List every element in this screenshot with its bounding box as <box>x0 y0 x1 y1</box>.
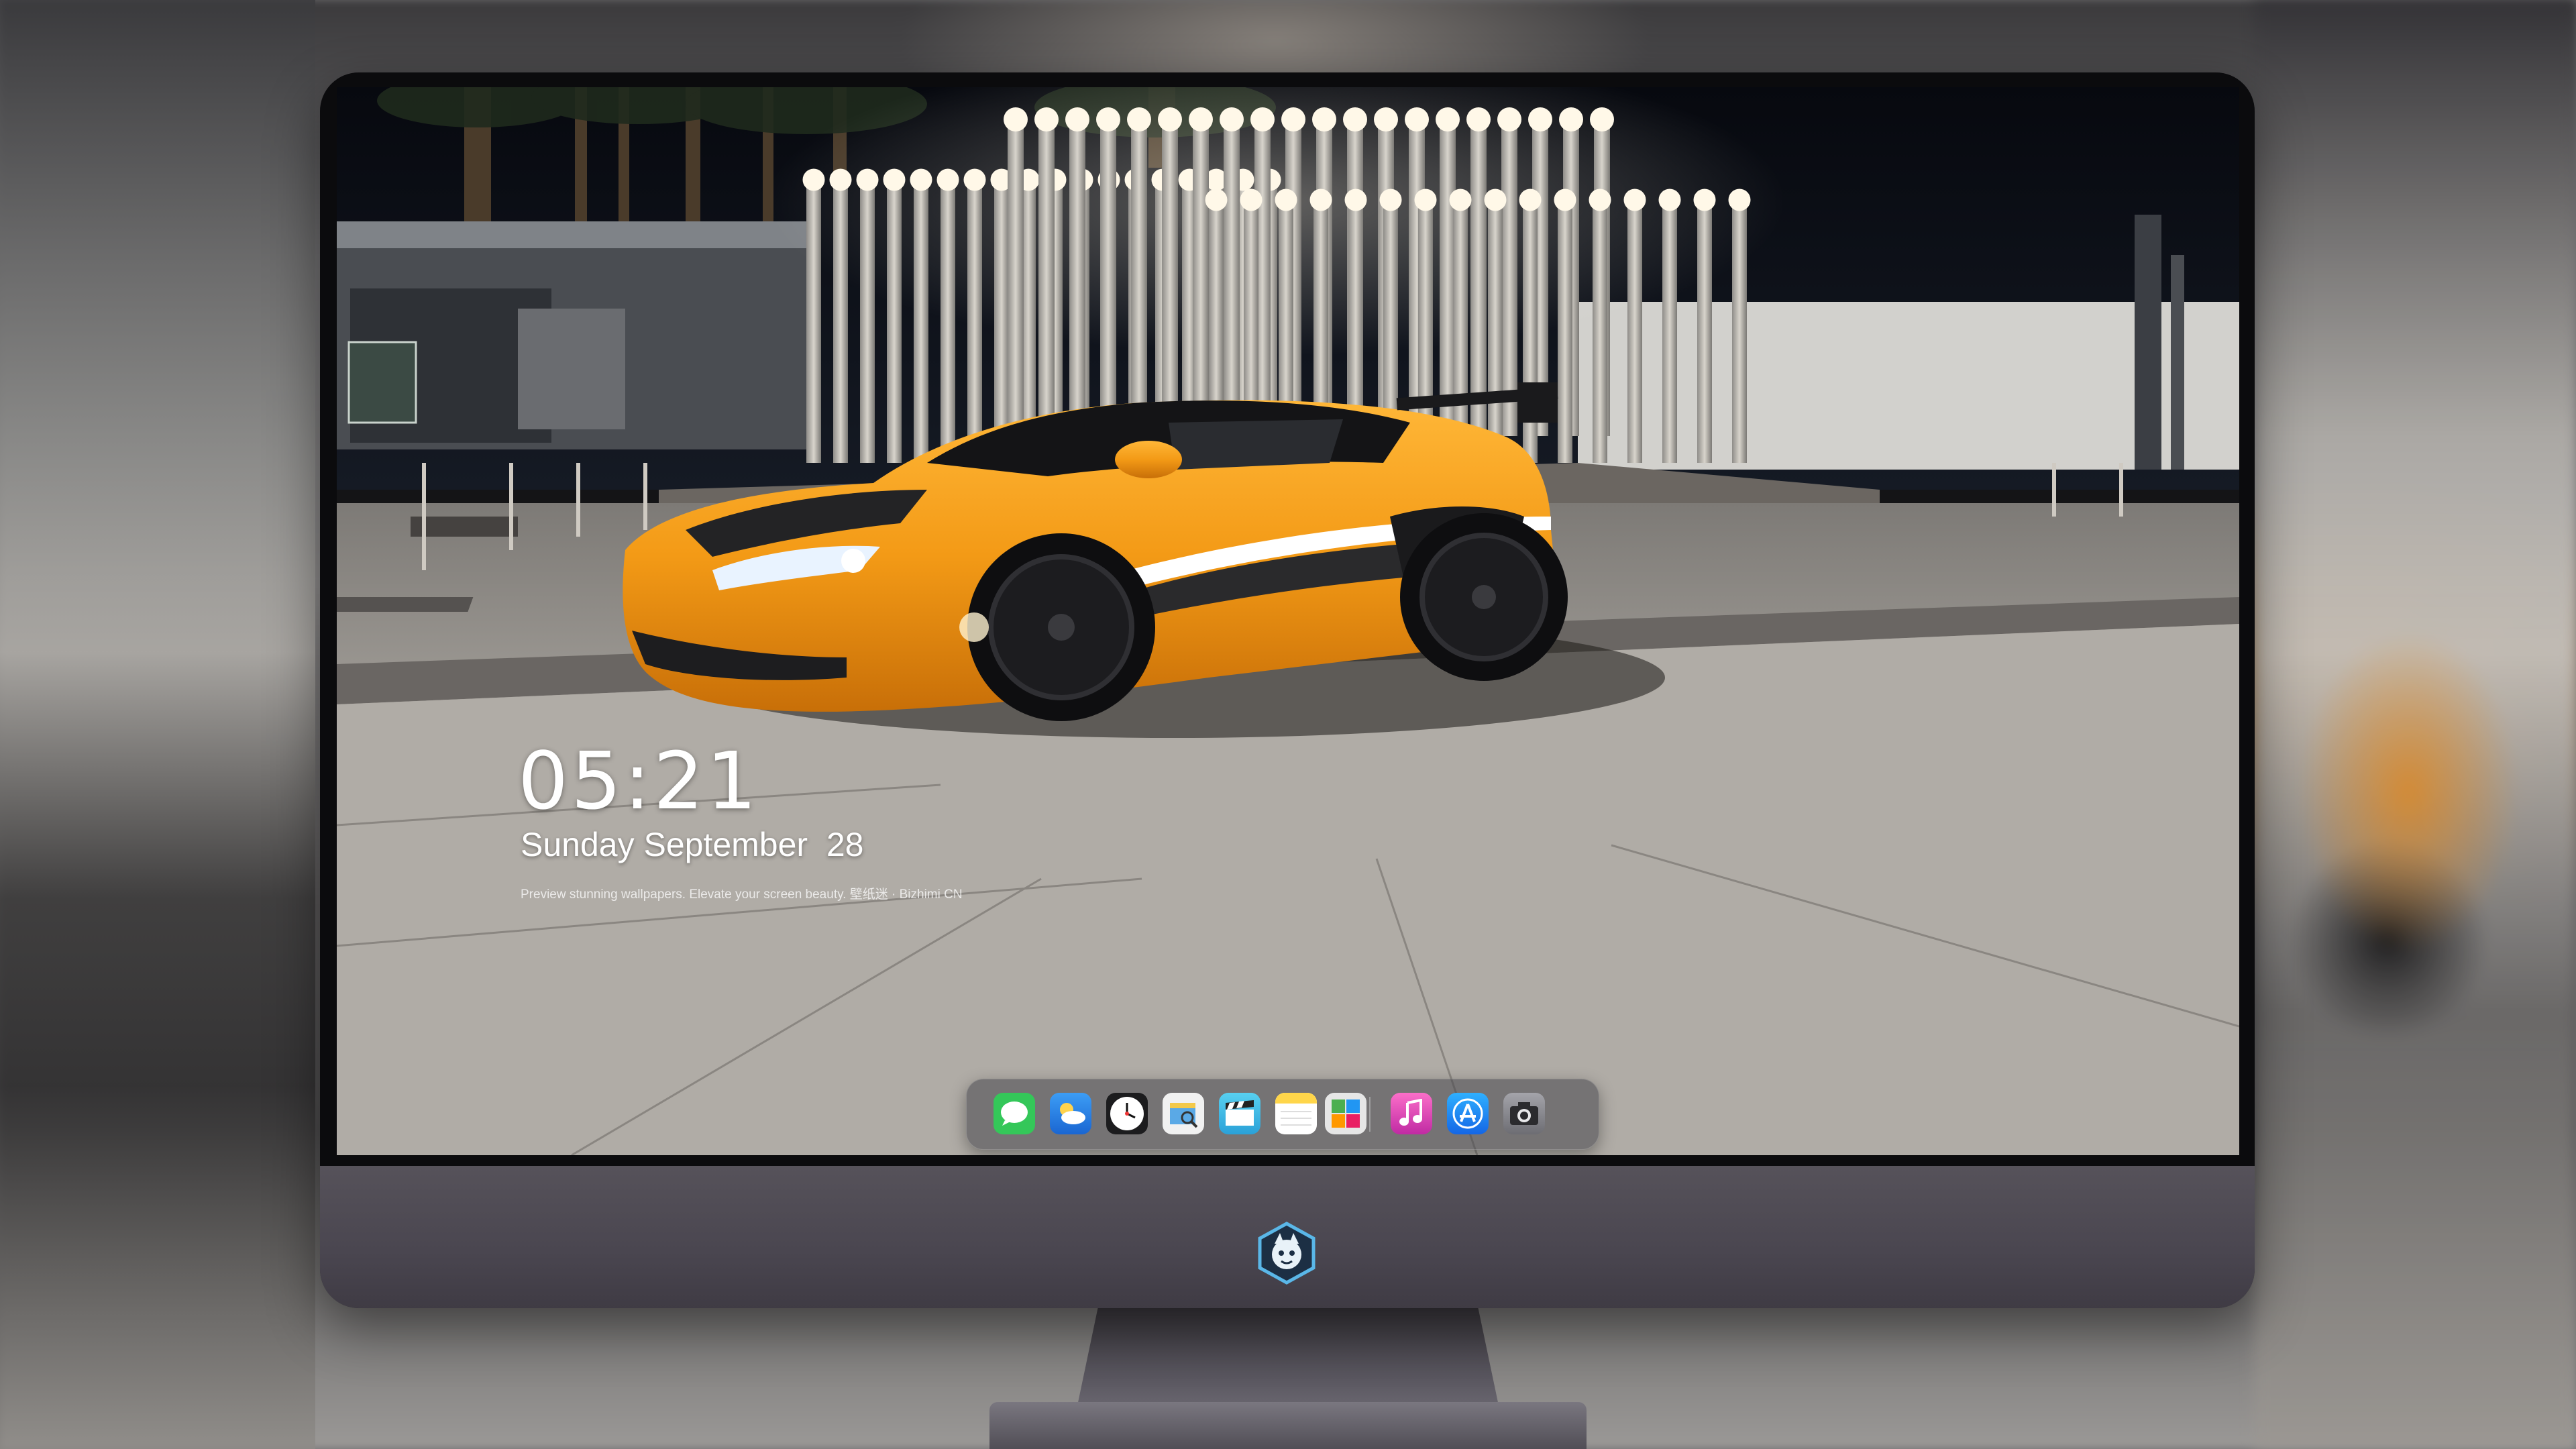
lamp-bulb <box>1127 107 1151 131</box>
lamp-post <box>833 188 848 463</box>
lamp-post <box>806 188 821 463</box>
lamp-bulb <box>1343 107 1367 131</box>
lamp-bulb <box>963 168 986 191</box>
brand-logo-icon <box>1258 1222 1316 1285</box>
app-store-icon[interactable] <box>1447 1093 1489 1134</box>
lamp-post <box>1697 208 1712 463</box>
blurred-background-left <box>0 0 315 1449</box>
wallpaper-tagline: Preview stunning wallpapers. Elevate you… <box>521 888 963 902</box>
music-icon[interactable] <box>1391 1093 1432 1134</box>
lamp-post <box>967 188 982 463</box>
lamp-bulb <box>1275 189 1297 211</box>
lamp-bulb <box>1519 189 1542 211</box>
final-cut-icon[interactable] <box>1219 1093 1260 1134</box>
lamp-bulb <box>1158 107 1182 131</box>
blurred-background-right <box>2254 0 2576 1449</box>
lamp-post <box>1627 208 1642 463</box>
lamp-bulb <box>1484 189 1507 211</box>
lamp-post <box>994 188 1009 463</box>
lamp-post <box>941 188 955 463</box>
lock-screen-date: Sunday September 28 <box>521 826 864 863</box>
lamp-bulb <box>1096 107 1120 131</box>
notes-icon[interactable] <box>1275 1093 1317 1134</box>
lamp-bulb <box>1004 107 1028 131</box>
lamp-bulb <box>1405 107 1429 131</box>
lamp-bulb <box>856 168 879 191</box>
lamp-bulb <box>1309 189 1332 211</box>
dock <box>966 1079 1599 1150</box>
lamp-bulb <box>1374 107 1398 131</box>
lamp-bulb <box>1623 189 1646 211</box>
lamp-post <box>1501 127 1517 436</box>
lamp-bulb <box>829 168 852 191</box>
desktop-screen: 05:21 Sunday September 28 Preview stunni… <box>337 87 2239 1155</box>
lamp-post <box>1008 127 1024 436</box>
lamp-post <box>1224 127 1240 436</box>
lamp-bulb <box>1554 189 1576 211</box>
lamp-bulb <box>1250 107 1275 131</box>
lamp-post <box>1131 127 1147 436</box>
lamp-post <box>1488 208 1503 463</box>
car-wallpaper <box>337 87 2239 1155</box>
lamp-post <box>1100 127 1116 436</box>
clock-icon[interactable] <box>1106 1093 1148 1134</box>
lamp-bulb <box>1658 189 1681 211</box>
lamp-bulb <box>802 168 825 191</box>
lamp-bulb <box>936 168 959 191</box>
lamp-bulb <box>1189 107 1213 131</box>
lamp-post <box>1162 127 1178 436</box>
lamp-bulb <box>1281 107 1305 131</box>
lamp-post <box>1193 127 1209 436</box>
lamp-bulb <box>1220 107 1244 131</box>
lamp-post <box>1069 127 1085 436</box>
preview-icon[interactable] <box>1163 1093 1204 1134</box>
lamp-post <box>860 188 875 463</box>
dock-separator <box>1369 1097 1371 1132</box>
lamp-post <box>1523 208 1538 463</box>
lamp-bulb <box>1589 189 1611 211</box>
lamp-bulb <box>1436 107 1460 131</box>
lamp-post <box>887 188 902 463</box>
lamp-post <box>1662 208 1677 463</box>
photo-booth-icon[interactable] <box>1325 1093 1366 1134</box>
weather-icon[interactable] <box>1050 1093 1091 1134</box>
messages-icon[interactable] <box>994 1093 1035 1134</box>
lamp-bulb <box>910 168 932 191</box>
monitor-chin <box>320 1166 2255 1308</box>
lamp-bulb <box>1034 107 1059 131</box>
lamp-bulb <box>1065 107 1089 131</box>
lamp-bulb <box>883 168 906 191</box>
lamp-post <box>1470 127 1487 436</box>
lamp-bulb <box>1414 189 1437 211</box>
lamp-post <box>1038 127 1055 436</box>
lamp-bulb <box>1449 189 1472 211</box>
lamp-post <box>1593 208 1607 463</box>
lamp-bulb <box>1693 189 1716 211</box>
lamp-post <box>1558 208 1572 463</box>
monitor-stand-base <box>989 1402 1587 1449</box>
lamp-bulb <box>1497 107 1521 131</box>
lamp-bulb <box>1466 107 1491 131</box>
camera-icon[interactable] <box>1503 1093 1545 1134</box>
lamp-bulb <box>1312 107 1336 131</box>
lamp-post <box>1732 208 1747 463</box>
lamp-bulb <box>1559 107 1583 131</box>
lock-screen-clock: 05:21 <box>518 735 760 827</box>
lamp-bulb <box>1240 189 1263 211</box>
lamp-bulb <box>1205 189 1228 211</box>
lamp-bulb <box>1590 107 1614 131</box>
lamp-bulb <box>1379 189 1402 211</box>
monitor-stand-neck <box>1077 1308 1499 1409</box>
lamp-bulb <box>1344 189 1367 211</box>
lamp-bulb <box>1728 189 1751 211</box>
lamp-bulb <box>1528 107 1552 131</box>
lamp-post <box>914 188 928 463</box>
